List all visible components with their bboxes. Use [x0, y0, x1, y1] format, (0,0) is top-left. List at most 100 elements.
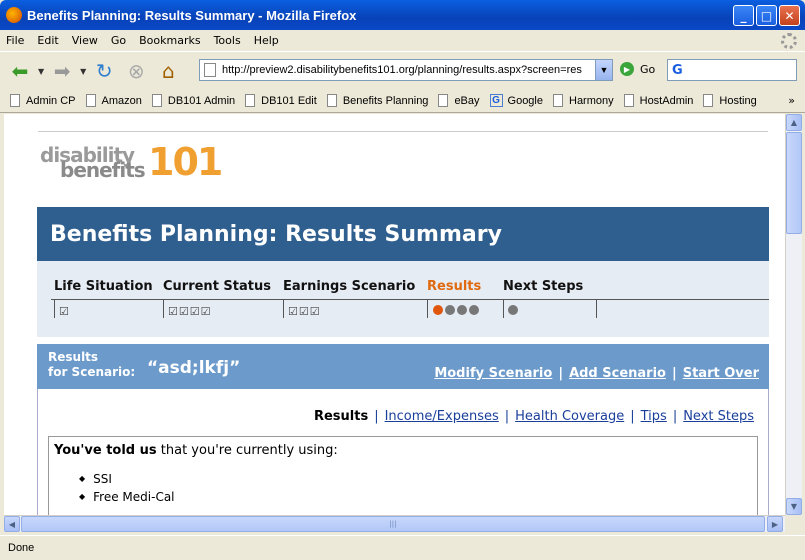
home-icon[interactable]: ⌂: [154, 57, 182, 85]
tab-health-coverage[interactable]: Health Coverage: [515, 409, 624, 424]
step-results: Results: [427, 279, 482, 294]
forward-dropdown-icon[interactable]: ▼: [80, 67, 86, 76]
results-tabs: Results | Income/Expenses | Health Coverag…: [314, 409, 754, 424]
bookmark-item[interactable]: Benefits Planning: [326, 94, 428, 107]
url-dropdown-icon[interactable]: ▼: [595, 60, 612, 80]
add-scenario-link[interactable]: Add Scenario: [569, 366, 666, 381]
reload-icon[interactable]: ↻: [90, 57, 118, 85]
tab-income-expenses[interactable]: Income/Expenses: [385, 409, 499, 424]
page-icon: [703, 94, 714, 107]
tab-next-steps[interactable]: Next Steps: [683, 409, 754, 424]
bookmark-label: HostAdmin: [639, 94, 694, 107]
results-bar: Results for Scenario: “asd;lkfj” Modify …: [37, 344, 769, 389]
go-arrow-icon: ▶: [620, 62, 634, 76]
summary-bold: You've told us: [54, 443, 157, 458]
divider: [503, 299, 504, 318]
step-next-steps: Next Steps: [503, 279, 584, 294]
minimize-button[interactable]: _: [733, 5, 754, 26]
go-label: Go: [640, 62, 656, 76]
dot-icon: [433, 305, 443, 315]
stop-icon[interactable]: ⊗: [122, 57, 150, 85]
bookmark-item[interactable]: G Google: [489, 94, 543, 107]
back-arrow-icon[interactable]: ⬅: [6, 57, 34, 85]
bookmarks-toolbar: Admin CP Amazon DB101 Admin DB101 Edit B…: [0, 89, 805, 113]
summary-box: You've told us that you're currently usi…: [48, 436, 758, 515]
tab-tips[interactable]: Tips: [641, 409, 667, 424]
divider: [427, 299, 428, 318]
google-search-icon: G: [672, 62, 683, 78]
bookmark-item[interactable]: eBay: [438, 94, 480, 107]
page-icon: [204, 63, 216, 77]
menu-go[interactable]: Go: [111, 34, 126, 47]
scroll-down-icon[interactable]: ▼: [786, 498, 802, 515]
separator: |: [672, 409, 678, 424]
step-earnings-scenario: Earnings Scenario: [283, 279, 416, 294]
url-field[interactable]: http://preview2.disabilitybenefits101.or…: [199, 59, 613, 81]
maximize-button[interactable]: □: [756, 5, 777, 26]
bookmark-label: eBay: [454, 94, 480, 107]
dot-icon: [445, 305, 455, 315]
page-icon: [553, 94, 563, 107]
tab-results: Results: [313, 409, 369, 424]
bookmark-label: Harmony: [569, 94, 614, 107]
bookmark-label: DB101 Edit: [261, 94, 317, 107]
scroll-right-icon[interactable]: ▶: [767, 516, 783, 532]
firefox-icon: [6, 7, 22, 23]
go-button[interactable]: ▶ Go: [620, 62, 655, 76]
scroll-up-icon[interactable]: ▲: [786, 114, 802, 131]
separator: |: [630, 409, 635, 424]
page-icon: [438, 94, 449, 107]
progress-dots: [508, 305, 518, 315]
divider: [54, 299, 55, 318]
list-item: Free Medi-Cal: [79, 489, 174, 507]
scroll-left-icon[interactable]: ◀: [4, 516, 20, 532]
page-content: disability benefits 101 Benefits Plannin…: [4, 114, 785, 515]
menu-help[interactable]: Help: [254, 34, 279, 47]
scroll-thumb[interactable]: |||: [21, 516, 765, 532]
menu-bookmarks[interactable]: Bookmarks: [139, 34, 200, 47]
horizontal-scrollbar[interactable]: ◀ ||| ▶: [4, 515, 785, 532]
dot-icon: [469, 305, 479, 315]
progress-dots: [433, 305, 479, 315]
url-text: http://preview2.disabilitybenefits101.or…: [222, 64, 582, 76]
benefits-list: SSI Free Medi-Cal: [79, 471, 174, 507]
summary-rest: that you're currently using:: [156, 443, 338, 458]
start-over-link[interactable]: Start Over: [683, 366, 759, 381]
bookmark-label: Admin CP: [26, 94, 76, 107]
divider: [51, 299, 769, 300]
page-title: Benefits Planning: Results Summary: [37, 207, 769, 261]
page-icon: [245, 94, 256, 107]
status-text: Done: [8, 542, 35, 554]
site-logo[interactable]: disability benefits 101: [40, 140, 223, 184]
bookmark-item[interactable]: Hosting: [703, 94, 757, 107]
checkbox-icon: ☑☑☑: [288, 305, 321, 318]
search-input[interactable]: G: [667, 59, 797, 81]
modify-scenario-link[interactable]: Modify Scenario: [434, 366, 552, 381]
menu-edit[interactable]: Edit: [37, 34, 58, 47]
checkbox-icon: ☑☑☑☑: [168, 305, 212, 318]
back-dropdown-icon[interactable]: ▼: [38, 67, 44, 76]
close-button[interactable]: ✕: [779, 5, 800, 26]
menu-file[interactable]: File: [6, 34, 24, 47]
separator: |: [558, 366, 564, 381]
bookmark-item[interactable]: Harmony: [553, 94, 614, 107]
bookmark-item[interactable]: DB101 Edit: [245, 94, 317, 107]
title-bar: Benefits Planning: Results Summary - Moz…: [0, 0, 805, 30]
scenario-name: “asd;lkfj”: [147, 358, 241, 378]
divider: [163, 299, 164, 318]
bookmark-item[interactable]: HostAdmin: [623, 94, 694, 107]
bookmark-label: Amazon: [101, 94, 142, 107]
bookmark-item[interactable]: Admin CP: [10, 94, 76, 107]
menu-view[interactable]: View: [72, 34, 98, 47]
forward-arrow-icon[interactable]: ➡: [48, 57, 76, 85]
results-label: Results for Scenario:: [48, 350, 135, 380]
menu-bar: File Edit View Go Bookmarks Tools Help: [0, 30, 805, 52]
chevron-right-icon[interactable]: »: [788, 94, 795, 107]
status-bar: Done: [0, 535, 805, 560]
vertical-scrollbar[interactable]: ▲ ▼: [785, 114, 802, 515]
bookmark-item[interactable]: DB101 Admin: [151, 94, 235, 107]
bookmark-item[interactable]: Amazon: [85, 94, 142, 107]
scroll-thumb[interactable]: [786, 132, 802, 234]
menu-tools[interactable]: Tools: [214, 34, 241, 47]
summary-text: You've told us that you're currently usi…: [54, 443, 338, 458]
